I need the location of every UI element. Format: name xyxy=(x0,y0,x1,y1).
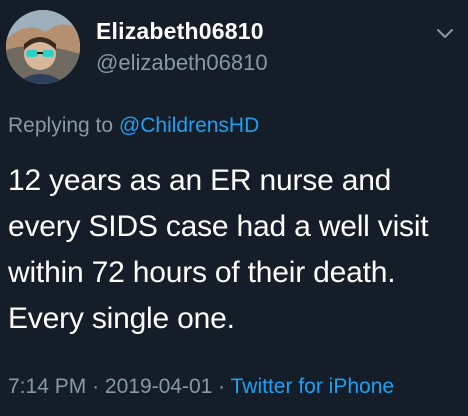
author-handle[interactable]: @elizabeth06810 xyxy=(96,50,268,76)
tweet-date[interactable]: 2019-04-01 xyxy=(105,375,212,398)
author-display-name[interactable]: Elizabeth06810 xyxy=(96,18,264,45)
avatar-photo xyxy=(6,10,80,84)
chevron-down-icon[interactable] xyxy=(434,26,456,42)
avatar[interactable] xyxy=(6,10,80,84)
meta-separator: · xyxy=(218,375,226,398)
tweet-text-line: every SIDS case had a well visit xyxy=(8,210,429,243)
tweet-source-link[interactable]: Twitter for iPhone xyxy=(231,375,394,398)
tweet-text-line: Every single one. xyxy=(8,302,235,335)
reply-mention-link[interactable]: @ChildrensHD xyxy=(119,114,259,137)
reply-prefix: Replying to xyxy=(8,114,114,137)
tweet-card: Elizabeth06810 @elizabeth06810 Replying … xyxy=(0,0,468,416)
tweet-text-line: within 72 hours of their death. xyxy=(8,256,396,289)
tweet-time[interactable]: 7:14 PM xyxy=(8,375,86,398)
tweet-text: 12 years as an ER nurse and every SIDS c… xyxy=(8,158,463,342)
tweet-text-line: 12 years as an ER nurse and xyxy=(8,164,392,197)
meta-separator: · xyxy=(92,375,100,398)
reply-context: Replying to @ChildrensHD xyxy=(8,114,259,138)
tweet-meta: 7:14 PM · 2019-04-01 · Twitter for iPhon… xyxy=(8,375,394,399)
